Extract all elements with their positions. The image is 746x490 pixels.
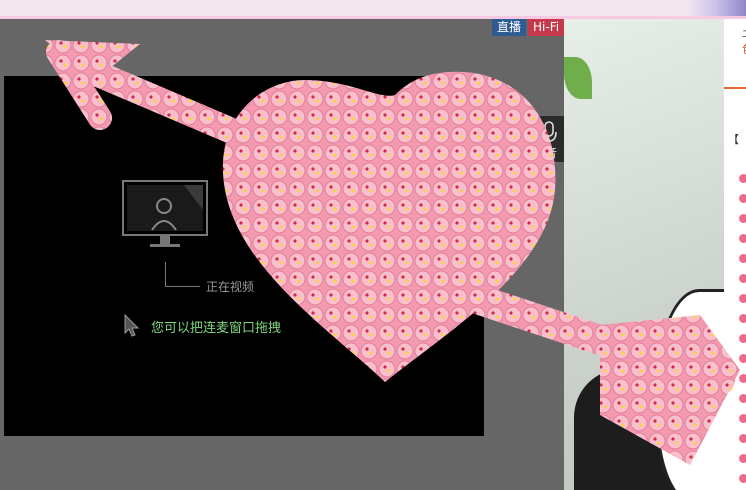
- cartoon-mascot: [656, 289, 724, 490]
- top-banner: [0, 0, 746, 19]
- emoji-icon: [739, 374, 746, 383]
- emoji-icon: [739, 214, 746, 223]
- drag-hint-text: 您可以把连麦窗口拖拽: [151, 321, 282, 336]
- status-leader-line: [165, 262, 200, 287]
- emoji-icon: [739, 434, 746, 443]
- streamer-camera-feed: [564, 19, 724, 490]
- side-panel: 土 包 【: [724, 19, 746, 490]
- emoji-icon: [739, 294, 746, 303]
- drag-pointer-icon: [124, 314, 140, 337]
- emoji-icon: [739, 394, 746, 403]
- emoji-icon: [739, 194, 746, 203]
- emoji-icon: [739, 414, 746, 423]
- emoji-icon: [739, 474, 746, 483]
- emoji-icon: [739, 234, 746, 243]
- panel-title-fragment: 土: [742, 24, 746, 40]
- emoji-icon: [739, 454, 746, 463]
- panel-red-fragment: 包: [742, 41, 746, 57]
- emoji-icon: [739, 334, 746, 343]
- panel-accent-line: [724, 87, 746, 89]
- panel-bracket: 【: [728, 133, 739, 146]
- emoji-icon: [739, 174, 746, 183]
- video-status-text: 正在视频: [206, 280, 255, 294]
- emoji-icon: [739, 274, 746, 283]
- monitor-user-icon: [122, 180, 208, 247]
- emoji-icon: [739, 354, 746, 363]
- mic-label: 音: [545, 146, 558, 160]
- hifi-badge[interactable]: Hi-Fi: [528, 19, 565, 36]
- emoji-icon: [739, 254, 746, 263]
- live-badge[interactable]: 直播: [492, 19, 527, 36]
- emoji-icon: [739, 314, 746, 323]
- banner-decoration: [686, 0, 746, 16]
- plant-leaf: [564, 57, 592, 99]
- co-host-video-window[interactable]: [4, 76, 484, 436]
